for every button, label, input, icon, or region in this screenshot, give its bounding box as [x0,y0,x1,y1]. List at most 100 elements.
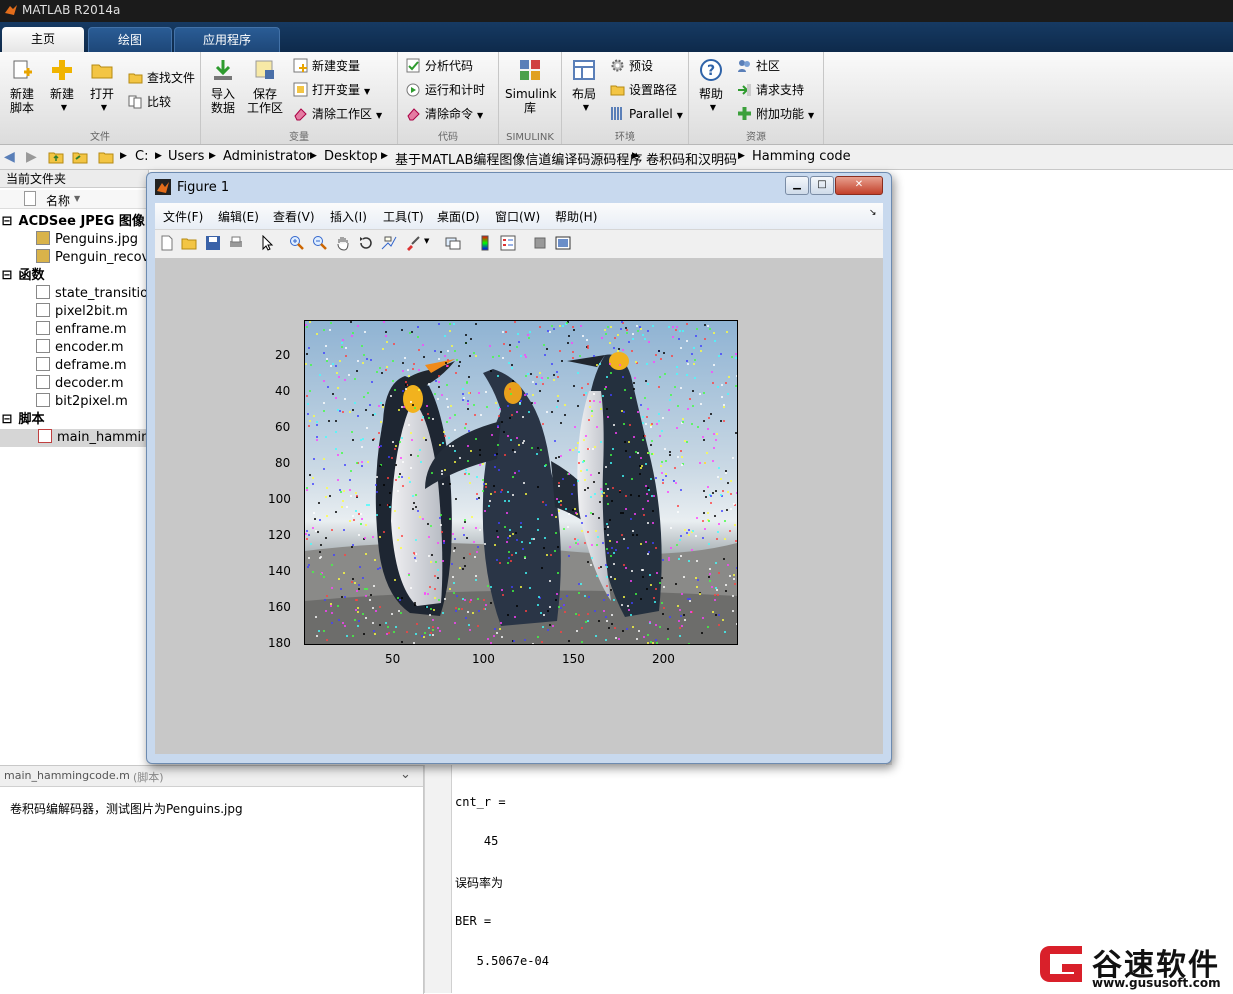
tree-group-jpeg[interactable]: ⊟ ACDSee JPEG 图像 [0,213,145,231]
menu-insert[interactable]: 插入(I) [330,208,367,225]
chevron-down-icon[interactable]: ▼ [424,237,440,253]
hide-tools-icon[interactable] [532,235,548,251]
colorbar-icon[interactable] [477,235,493,251]
list-item[interactable]: deframe.m [36,357,127,375]
list-item[interactable]: enframe.m [36,321,127,339]
tree-group-scripts[interactable]: ⊟ 脚本 [0,411,45,429]
file-name: Penguins.jpg [55,232,138,247]
tab-plots[interactable]: 绘图 [88,27,172,53]
dock-arrow-icon[interactable]: ↘ [869,208,877,218]
community-button[interactable]: 社区 [737,57,780,75]
data-cursor-icon[interactable] [381,235,397,251]
parallel-button[interactable]: Parallel ▼ [610,105,683,123]
new-script-button[interactable]: 新建 脚本 [2,54,42,115]
layout-button[interactable]: 布局 ▼ [564,54,604,115]
crumb-hamming-code[interactable]: Hamming code [752,149,851,164]
image-axes[interactable] [304,320,738,645]
menu-view[interactable]: 查看(V) [273,208,315,225]
close-button[interactable]: ✕ [835,176,883,195]
zoom-in-icon[interactable] [289,235,305,251]
list-item[interactable]: pixel2bit.m [36,303,128,321]
back-arrow-icon[interactable]: ◀ [4,149,15,165]
brush-icon[interactable] [405,235,421,251]
noise-pixel [703,490,705,492]
list-item[interactable]: state_transition. [36,285,161,303]
legend-icon[interactable] [500,235,516,251]
menu-file[interactable]: 文件(F) [163,208,203,225]
browse-folder-icon[interactable] [72,149,88,165]
set-path-button[interactable]: 设置路径 [610,81,677,99]
analyze-code-button[interactable]: 分析代码 [406,57,473,75]
crumb-administrator[interactable]: Administrator [223,149,312,164]
tab-home[interactable]: 主页 [2,27,84,52]
list-item[interactable]: bit2pixel.m [36,393,128,411]
list-item[interactable]: Penguin_recove [36,249,157,267]
forward-arrow-icon[interactable]: ▶ [26,149,37,165]
menu-help[interactable]: 帮助(H) [555,208,597,225]
crumb-users[interactable]: Users [168,149,204,164]
find-files-button[interactable]: 查找文件 [128,69,195,87]
details-header[interactable]: main_hammingcode.m (脚本) ⌄ [0,766,423,787]
noise-pixel [313,415,315,417]
run-and-time-button[interactable]: 运行和计时 [406,81,485,99]
figure-title-bar[interactable]: Figure 1 ▁ □ ✕ [147,173,891,201]
save-icon[interactable] [205,235,221,251]
zoom-out-icon[interactable] [312,235,328,251]
panel-splitter[interactable] [424,765,452,993]
list-item-selected[interactable]: main_hammingc [0,429,165,447]
open-button[interactable]: 打开 ▼ [82,54,122,115]
open-icon[interactable] [181,235,197,251]
menu-desktop[interactable]: 桌面(D) [437,208,480,225]
save-workspace-button[interactable]: 保存 工作区 [245,54,285,115]
menu-edit[interactable]: 编辑(E) [218,208,259,225]
pan-icon[interactable] [335,235,351,251]
menu-tools[interactable]: 工具(T) [383,208,424,225]
clear-commands-button[interactable]: 清除命令 ▼ [406,105,483,123]
noise-pixel [374,633,376,635]
noise-pixel [339,360,341,362]
addons-button[interactable]: 附加功能 ▼ [737,105,814,123]
list-item[interactable]: encoder.m [36,339,124,357]
new-variable-button[interactable]: 新建变量 [293,57,360,75]
noise-pixel [708,520,710,522]
new-button[interactable]: 新建 ▼ [42,54,82,115]
list-item[interactable]: decoder.m [36,375,124,393]
request-support-button[interactable]: 请求支持 [737,81,804,99]
preferences-button[interactable]: 预设 [610,57,653,75]
up-folder-icon[interactable] [48,149,64,165]
open-variable-button[interactable]: 打开变量 ▼ [293,81,370,99]
noise-pixel [705,496,707,498]
ribbon-section-resources: ? 帮助 ▼ 社区 请求支持 附加功能 ▼ 资源 [689,52,824,144]
crumb-desktop[interactable]: Desktop [324,149,378,164]
print-icon[interactable] [228,235,244,251]
noise-pixel [444,435,446,437]
noise-pixel [601,495,603,497]
maximize-button[interactable]: □ [810,176,834,195]
help-button[interactable]: ? 帮助 ▼ [691,54,731,115]
simulink-library-button[interactable]: Simulink 库 [505,54,556,115]
pointer-icon[interactable] [259,235,275,251]
link-icon[interactable] [445,235,461,251]
compare-button[interactable]: 比较 [128,93,171,111]
folder-column-header[interactable]: 名称 ▼ [0,190,148,209]
figure-canvas[interactable]: 20 40 60 80 100 120 140 160 180 50 100 1… [155,258,883,754]
minimize-button[interactable]: ▁ [785,176,809,195]
noise-pixel [492,356,494,358]
crumb-conv-hamming[interactable]: 卷积码和汉明码 [646,149,737,168]
clear-workspace-button[interactable]: 清除工作区 ▼ [293,105,382,123]
tab-apps[interactable]: 应用程序 [174,27,280,53]
rotate-icon[interactable] [358,235,374,251]
menu-window[interactable]: 窗口(W) [495,208,540,225]
chevron-down-icon[interactable]: ⌄ [400,767,411,782]
list-item[interactable]: Penguins.jpg [36,231,138,249]
figure-window[interactable]: Figure 1 ▁ □ ✕ 文件(F) 编辑(E) 查看(V) 插入(I) 工… [146,172,892,764]
crumb-drive[interactable]: C: [135,149,148,164]
show-tools-icon[interactable] [555,235,571,251]
new-figure-icon[interactable] [159,235,175,251]
crumb-project[interactable]: 基于MATLAB编程图像信道编译码源码程序 [395,149,642,168]
noise-pixel [591,410,593,412]
tree-group-functions[interactable]: ⊟ 函数 [0,267,45,285]
noise-pixel [383,484,385,486]
import-data-button[interactable]: 导入 数据 [203,54,243,115]
noise-pixel [420,461,422,463]
